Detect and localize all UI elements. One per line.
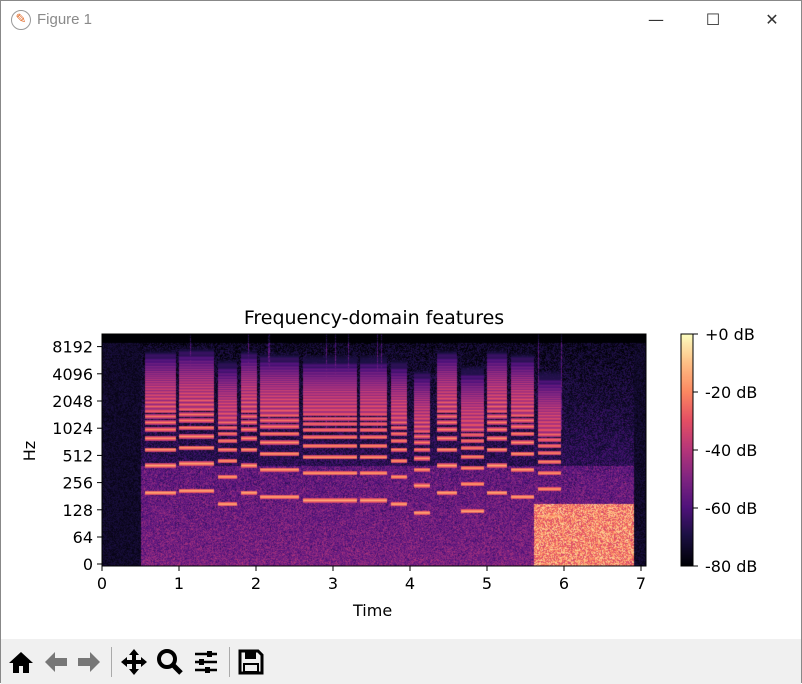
- y-tick-label: 64: [73, 528, 93, 547]
- colorbar-frame: [680, 333, 694, 567]
- zoom-icon: [157, 649, 183, 675]
- y-tick-label: 128: [62, 501, 93, 520]
- configure-subplots-button[interactable]: [191, 647, 221, 677]
- x-tick-label: 0: [97, 574, 107, 593]
- y-tick-label: 4096: [52, 365, 93, 384]
- x-tick-label: 3: [328, 574, 338, 593]
- toolbar-separator: [229, 647, 230, 677]
- plot-frame: [101, 333, 647, 567]
- home-icon: [9, 652, 33, 673]
- y-tick-label: 0: [83, 555, 93, 574]
- back-button[interactable]: [41, 647, 71, 677]
- colorbar-tick-label: +0 dB: [705, 325, 755, 344]
- configure-subplots-icon: [195, 651, 217, 673]
- zoom-button[interactable]: [155, 647, 185, 677]
- y-tick-label: 1024: [52, 419, 93, 438]
- home-button[interactable]: [6, 647, 36, 677]
- y-axis-label: Hz: [20, 441, 39, 461]
- toolbar-separator: [111, 647, 112, 677]
- back-icon: [45, 652, 67, 672]
- colorbar-tick-label: -60 dB: [705, 499, 757, 518]
- forward-icon: [78, 652, 100, 672]
- x-tick-label: 5: [482, 574, 492, 593]
- pan-icon: [121, 649, 147, 675]
- save-button[interactable]: [236, 647, 266, 677]
- x-tick-label: 7: [636, 574, 646, 593]
- chart-axes: 0 1 2 3 4 5 6 7 0 64 128 256 512 1024 2048 4096 8192 +0 d…: [20, 325, 757, 620]
- colorbar-tick-label: -20 dB: [705, 383, 757, 402]
- x-tick-label: 1: [174, 574, 184, 593]
- colorbar-tick-label: -40 dB: [705, 441, 757, 460]
- y-tick-label: 8192: [52, 338, 93, 357]
- x-axis-label: Time: [352, 601, 392, 620]
- x-tick-label: 4: [405, 574, 415, 593]
- save-icon: [238, 649, 264, 675]
- colorbar-tick-label: -80 dB: [705, 557, 757, 576]
- y-tick-label: 256: [62, 474, 93, 493]
- toolbar: [1, 639, 801, 684]
- x-tick-label: 6: [559, 574, 569, 593]
- forward-button[interactable]: [74, 647, 104, 677]
- x-tick-label: 2: [251, 574, 261, 593]
- y-tick-label: 512: [62, 446, 93, 465]
- pan-button[interactable]: [119, 647, 149, 677]
- y-tick-label: 2048: [52, 392, 93, 411]
